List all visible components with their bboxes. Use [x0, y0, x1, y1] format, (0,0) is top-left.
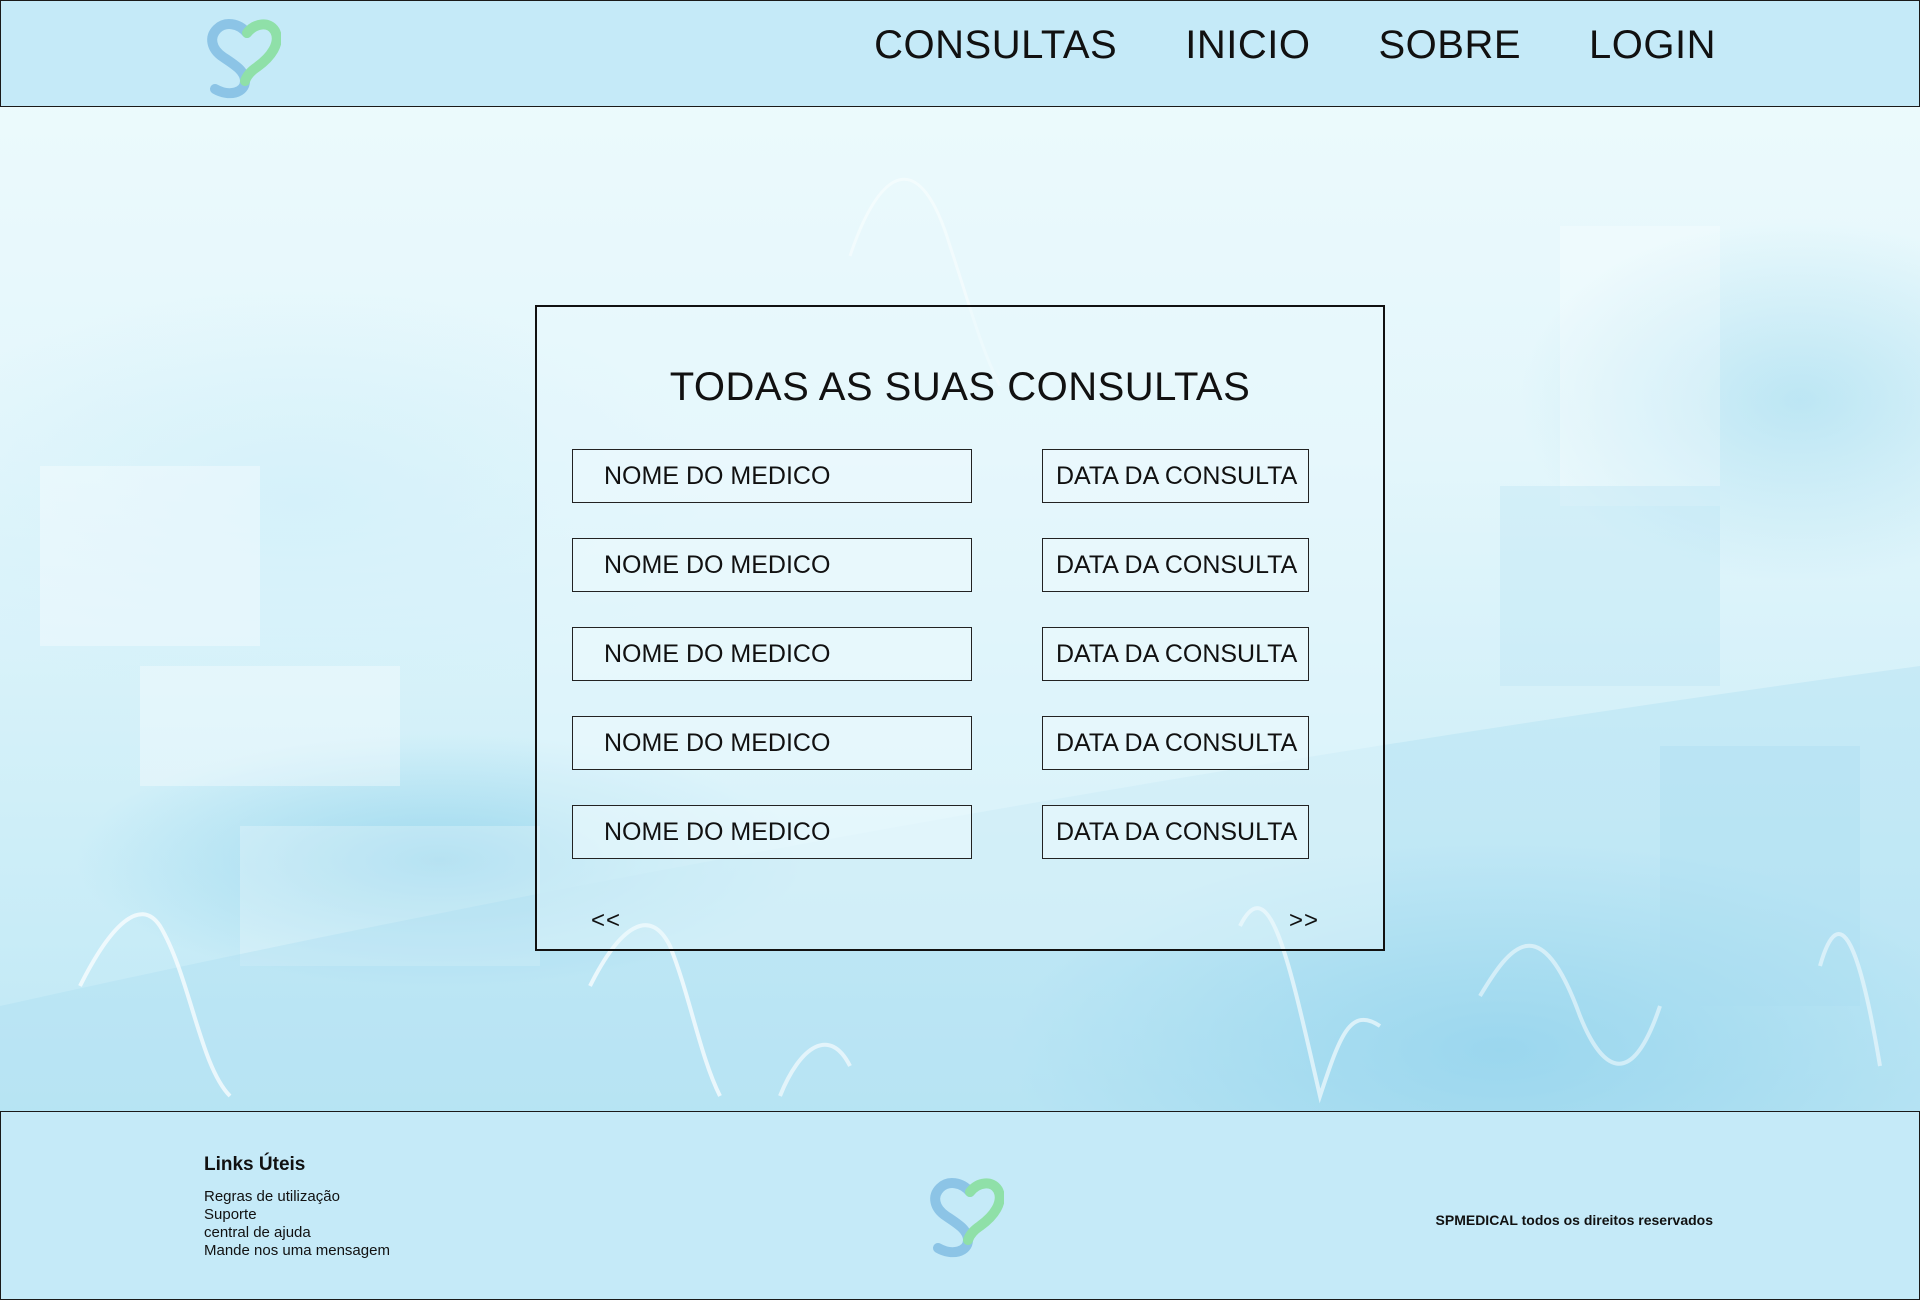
- link-central-ajuda[interactable]: central de ajuda: [204, 1224, 390, 1242]
- nav-login[interactable]: LOGIN: [1589, 23, 1716, 68]
- consulta-row: NOME DO MEDICO DATA DA CONSULTA: [572, 627, 1312, 681]
- nav-inicio[interactable]: INICIO: [1185, 23, 1310, 68]
- consulta-date-field[interactable]: DATA DA CONSULTA: [1042, 627, 1309, 681]
- nav-sobre[interactable]: SOBRE: [1378, 23, 1521, 68]
- medico-name-field[interactable]: NOME DO MEDICO: [572, 805, 972, 859]
- medico-name-field[interactable]: NOME DO MEDICO: [572, 449, 972, 503]
- consulta-row: NOME DO MEDICO DATA DA CONSULTA: [572, 716, 1312, 770]
- consulta-date-field[interactable]: DATA DA CONSULTA: [1042, 716, 1309, 770]
- site-footer: Links Úteis Regras de utilização Suporte…: [0, 1111, 1920, 1300]
- site-header: CONSULTAS INICIO SOBRE LOGIN: [0, 0, 1920, 107]
- useful-links: Links Úteis Regras de utilização Suporte…: [204, 1154, 390, 1260]
- heart-s-logo-icon[interactable]: [201, 15, 281, 101]
- nav-consultas[interactable]: CONSULTAS: [874, 23, 1117, 68]
- main-nav: CONSULTAS INICIO SOBRE LOGIN: [874, 23, 1716, 68]
- medico-name-field[interactable]: NOME DO MEDICO: [572, 716, 972, 770]
- page-title: TODAS AS SUAS CONSULTAS: [669, 365, 1251, 409]
- consulta-row: NOME DO MEDICO DATA DA CONSULTA: [572, 449, 1312, 503]
- consulta-date-field[interactable]: DATA DA CONSULTA: [1042, 805, 1309, 859]
- previous-page-button[interactable]: <<: [591, 907, 621, 935]
- useful-links-title: Links Úteis: [204, 1154, 306, 1175]
- consulta-date-field[interactable]: DATA DA CONSULTA: [1042, 449, 1309, 503]
- consulta-date-field[interactable]: DATA DA CONSULTA: [1042, 538, 1309, 592]
- link-regras[interactable]: Regras de utilização: [204, 1188, 390, 1206]
- next-page-button[interactable]: >>: [1289, 907, 1319, 935]
- consultas-panel: TODAS AS SUAS CONSULTAS NOME DO MEDICO D…: [535, 305, 1385, 951]
- medico-name-field[interactable]: NOME DO MEDICO: [572, 627, 972, 681]
- link-mensagem[interactable]: Mande nos uma mensagem: [204, 1242, 390, 1260]
- copyright-text: SPMEDICAL todos os direitos reservados: [1435, 1212, 1713, 1228]
- medico-name-field[interactable]: NOME DO MEDICO: [572, 538, 972, 592]
- link-suporte[interactable]: Suporte: [204, 1206, 390, 1224]
- consulta-row: NOME DO MEDICO DATA DA CONSULTA: [572, 538, 1312, 592]
- heart-s-logo-icon: [930, 1178, 1004, 1258]
- consulta-row: NOME DO MEDICO DATA DA CONSULTA: [572, 805, 1312, 859]
